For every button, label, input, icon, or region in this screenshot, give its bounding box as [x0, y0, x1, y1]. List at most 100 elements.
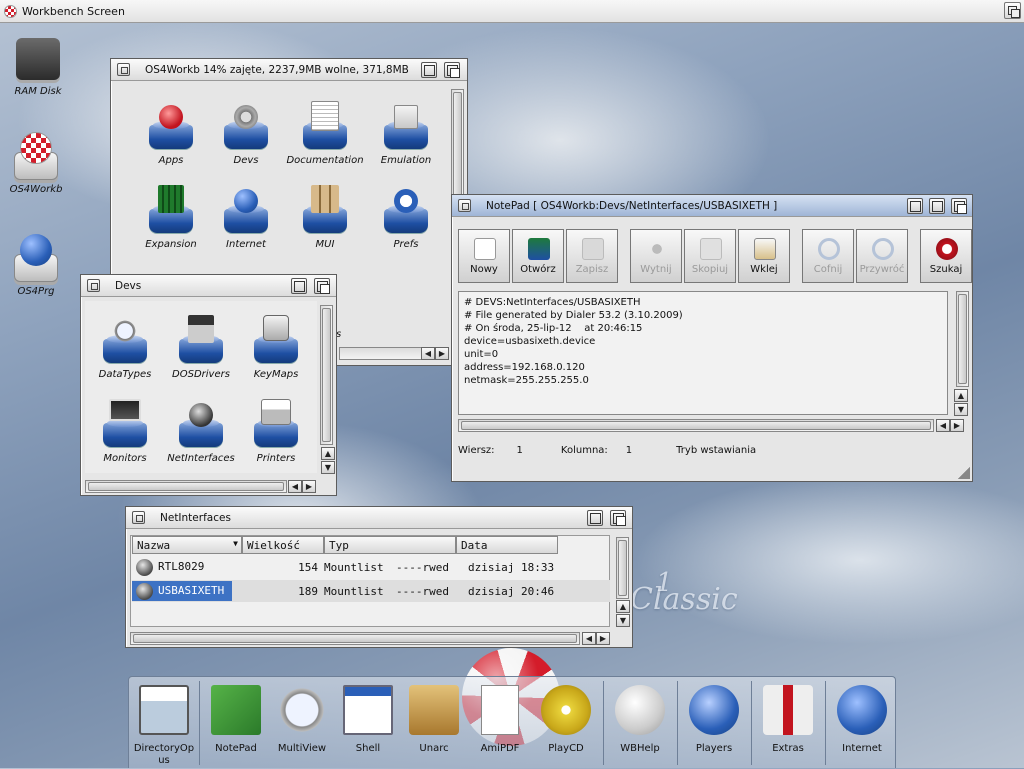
magnifier-icon	[277, 685, 327, 735]
scroll-up-arrow[interactable]: ▲	[954, 389, 968, 402]
iconify-button[interactable]	[907, 198, 923, 214]
zoom-button[interactable]	[291, 278, 307, 294]
dock-item-multiview[interactable]: MultiView	[269, 677, 335, 769]
redo-button[interactable]: Przywróć	[856, 229, 908, 283]
status-bar: Wiersz: 1 Kolumna: 1 Tryb wstawiania	[458, 441, 756, 459]
scroll-right-arrow[interactable]: ▶	[302, 480, 316, 493]
desktop-icon-os4prg[interactable]: OS4Prg	[6, 232, 66, 297]
drawer-icon-printers[interactable]: Printers	[236, 397, 316, 464]
undo-button[interactable]: Cofnij	[802, 229, 854, 283]
open-button[interactable]: Otwórz	[512, 229, 564, 283]
drawer-icon-netinterfaces[interactable]: NetInterfaces	[161, 397, 241, 464]
row-value: 1	[516, 444, 523, 456]
horizontal-scrollbar[interactable]	[130, 632, 580, 645]
dock-item-unarc[interactable]: Unarc	[401, 677, 467, 769]
clipboard-icon	[754, 238, 776, 260]
dock-item-directoryopus[interactable]: DirectoryOpus	[129, 677, 199, 769]
scroll-down-arrow[interactable]: ▼	[321, 461, 335, 474]
copy-button[interactable]: Skopiuj	[684, 229, 736, 283]
drawer-icon-keymaps[interactable]: KeyMaps	[236, 313, 316, 380]
column-header-name[interactable]: Nazwa ▼	[132, 536, 242, 554]
vertical-scrollbar[interactable]	[956, 291, 969, 387]
dock-item-wbhelp[interactable]: WBHelp	[607, 677, 673, 769]
desktop-icon-os4workb[interactable]: OS4Workb	[6, 130, 66, 195]
scroll-left-arrow[interactable]: ◀	[582, 632, 596, 645]
save-button[interactable]: Zapisz	[566, 229, 618, 283]
cut-button[interactable]: Wytnij	[630, 229, 682, 283]
pdf-document-icon	[481, 685, 519, 735]
dock-item-playcd[interactable]: PlayCD	[533, 677, 599, 769]
copy-icon	[700, 238, 722, 260]
scroll-right-arrow[interactable]: ▶	[435, 347, 449, 360]
depth-button[interactable]	[610, 510, 626, 526]
column-label: Kolumna:	[560, 444, 608, 456]
window-devs[interactable]: Devs DataTypes DOSDrivers KeyMaps Monito…	[80, 274, 337, 496]
window-notepad[interactable]: NotePad [ OS4Workb:Devs/NetInterfaces/US…	[451, 194, 973, 482]
drawer-icon-devs[interactable]: Devs	[206, 99, 286, 166]
window-title-bar[interactable]: NetInterfaces	[126, 507, 632, 529]
close-button[interactable]	[132, 511, 145, 524]
depth-button[interactable]	[951, 198, 967, 214]
dock-item-internet[interactable]: Internet	[829, 677, 895, 769]
scroll-left-arrow[interactable]: ◀	[936, 419, 950, 432]
scroll-left-arrow[interactable]: ◀	[288, 480, 302, 493]
horizontal-scrollbar[interactable]	[339, 347, 423, 360]
search-button[interactable]: Szukaj	[920, 229, 972, 283]
dock-item-amipdf[interactable]: AmiPDF	[467, 677, 533, 769]
window-netinterfaces[interactable]: NetInterfaces Nazwa ▼ Wielkość Typ Data R…	[125, 506, 633, 648]
dock-item-shell[interactable]: Shell	[335, 677, 401, 769]
dock-item-players[interactable]: Players	[681, 677, 747, 769]
scroll-down-arrow[interactable]: ▼	[616, 614, 630, 627]
drawer-icon-emulation[interactable]: Emulation	[366, 99, 446, 166]
desktop-icon-ram-disk[interactable]: RAM Disk	[8, 32, 68, 97]
screen-depth-button[interactable]	[1004, 2, 1021, 19]
drawer-icon-datatypes[interactable]: DataTypes	[85, 313, 165, 380]
table-row[interactable]: USBASIXETH 189 Mountlist ----rwed dzisia…	[132, 580, 610, 602]
zoom-button[interactable]	[929, 198, 945, 214]
close-button[interactable]	[87, 279, 100, 292]
new-button[interactable]: Nowy	[458, 229, 510, 283]
paste-button[interactable]: Wklej	[738, 229, 790, 283]
zoom-button[interactable]	[587, 510, 603, 526]
scroll-up-arrow[interactable]: ▲	[321, 447, 335, 460]
dock-item-extras[interactable]: Extras	[755, 677, 821, 769]
drawer-icon-mui[interactable]: MUI	[285, 183, 365, 250]
players-icon	[689, 685, 739, 735]
drawer-icon-prefs[interactable]: Prefs	[366, 183, 446, 250]
zoom-button[interactable]	[421, 62, 437, 78]
depth-button[interactable]	[444, 62, 460, 78]
drawer-icon-expansion[interactable]: Expansion	[131, 183, 211, 250]
drawer-icon-dosdrivers[interactable]: DOSDrivers	[161, 313, 241, 380]
depth-button[interactable]	[314, 278, 330, 294]
drawer-icon-apps[interactable]: Apps	[131, 99, 211, 166]
scroll-down-arrow[interactable]: ▼	[954, 403, 968, 416]
window-title-bar[interactable]: NotePad [ OS4Workb:Devs/NetInterfaces/US…	[452, 195, 972, 217]
column-header-date[interactable]: Data	[456, 536, 558, 554]
table-row[interactable]: RTL8029 154 Mountlist ----rwed dzisiaj 1…	[132, 556, 610, 578]
column-header-type[interactable]: Typ	[324, 536, 456, 554]
scroll-left-arrow[interactable]: ◀	[421, 347, 435, 360]
text-editor[interactable]: # DEVS:NetInterfaces/USBASIXETH # File g…	[458, 291, 948, 415]
close-button[interactable]	[117, 63, 130, 76]
scroll-right-arrow[interactable]: ▶	[950, 419, 964, 432]
dock-label: PlayCD	[548, 743, 584, 754]
dock-label: Players	[695, 743, 733, 754]
close-button[interactable]	[458, 199, 471, 212]
resize-handle[interactable]	[958, 467, 970, 479]
drawer-icon-documentation[interactable]: Documentation	[285, 99, 365, 166]
scroll-up-arrow[interactable]: ▲	[616, 600, 630, 613]
drawer-icon-internet[interactable]: Internet	[206, 183, 286, 250]
window-title-bar[interactable]: Devs	[81, 275, 336, 297]
file-type: Mountlist	[324, 560, 384, 574]
column-header-size[interactable]: Wielkość	[242, 536, 324, 554]
dock-label: NotePad	[215, 743, 257, 754]
dock-item-notepad[interactable]: NotePad	[203, 677, 269, 769]
vertical-scrollbar[interactable]	[616, 537, 629, 599]
drawer-icon-monitors[interactable]: Monitors	[85, 397, 165, 464]
horizontal-scrollbar[interactable]	[458, 419, 934, 432]
row-label: Wiersz:	[458, 444, 495, 456]
horizontal-scrollbar[interactable]	[85, 480, 287, 493]
scroll-right-arrow[interactable]: ▶	[596, 632, 610, 645]
vertical-scrollbar[interactable]	[320, 305, 333, 445]
window-title-bar[interactable]: OS4Workb 14% zajęte, 2237,9MB wolne, 371…	[111, 59, 467, 81]
